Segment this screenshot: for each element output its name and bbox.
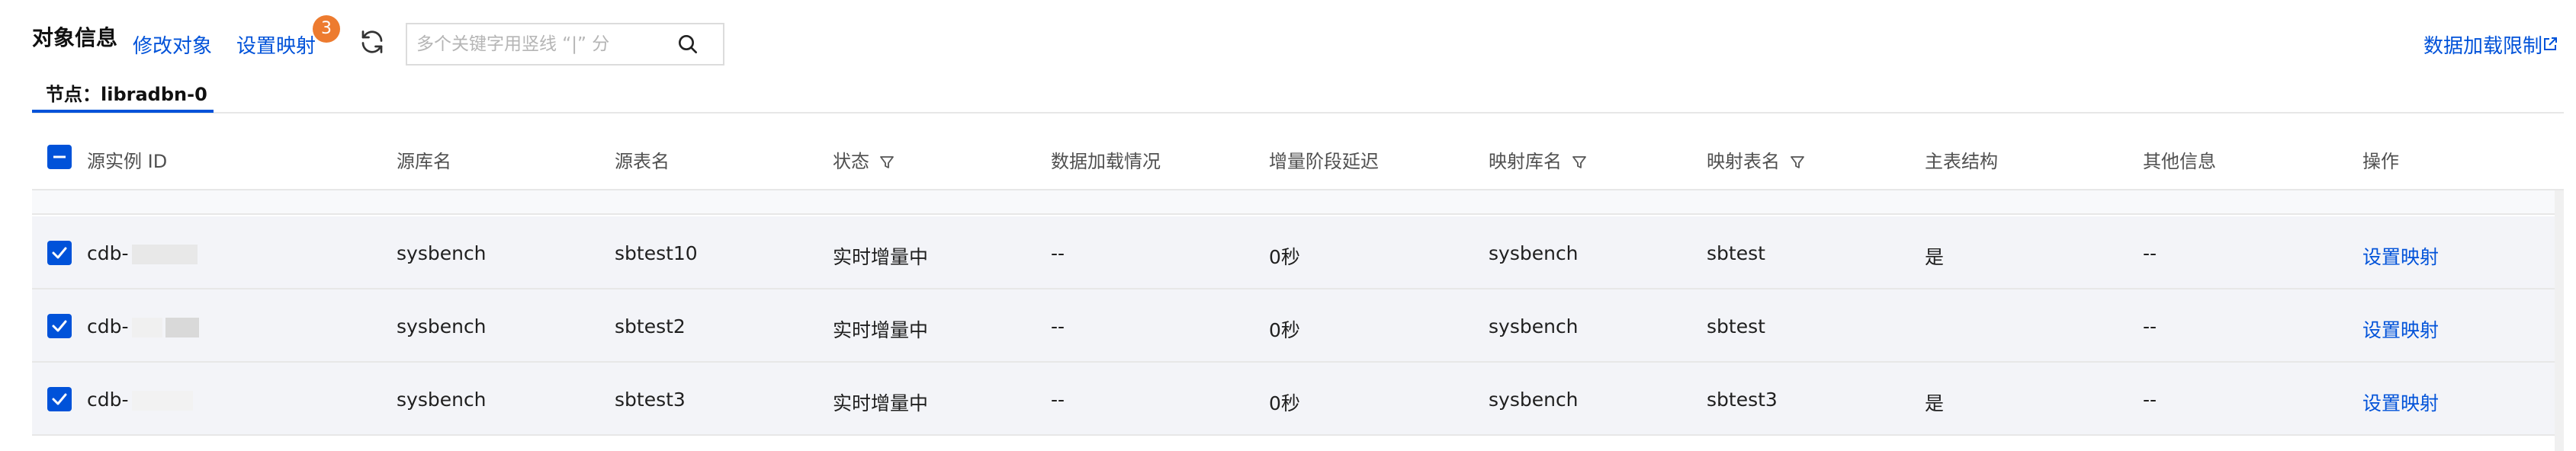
column-status-label: 状态 — [833, 151, 869, 172]
page-title: 对象信息 — [32, 25, 118, 50]
cell-delay: 0秒 — [1269, 319, 1300, 341]
redacted-mask — [131, 245, 198, 264]
row-checkbox[interactable] — [47, 314, 72, 338]
set-mapping-button[interactable]: 设置映射 — [2362, 389, 2439, 416]
column-load-status: 数据加载情况 — [1051, 151, 1161, 172]
cell-delay: 0秒 — [1269, 392, 1300, 414]
filter-icon[interactable] — [878, 154, 895, 171]
cell-status: 实时增量中 — [833, 392, 929, 414]
cell-mapped-db: sysbench — [1489, 242, 1579, 264]
redacted-mask — [131, 391, 193, 411]
cell-mapped-table: sbtest — [1707, 315, 1765, 337]
column-source-db: 源库名 — [397, 151, 451, 172]
row-checkbox[interactable] — [47, 241, 72, 265]
cell-instance: cdb- — [87, 315, 199, 337]
cell-status: 实时增量中 — [833, 246, 929, 268]
cell-mapped-table: sbtest — [1707, 242, 1765, 264]
cell-instance: cdb- — [87, 389, 193, 411]
cell-main-structure: 是 — [1925, 392, 1945, 414]
cell-load: -- — [1051, 389, 1065, 411]
cell-instance-text: cdb- — [87, 389, 129, 411]
column-mapped-table-label: 映射表名 — [1707, 151, 1780, 172]
column-status: 状态 — [833, 146, 895, 173]
filter-icon[interactable] — [1571, 154, 1588, 171]
table-row[interactable]: cdb- sysbench sbtest3 实时增量中 -- 0秒 sysben… — [32, 363, 2564, 436]
select-all-checkbox[interactable] — [47, 145, 72, 169]
table-header: 源实例 ID 源库名 源表名 状态 数据加载情况 增量阶段延迟 映射库名 映射表… — [32, 114, 2564, 190]
cell-main-structure: 是 — [1925, 246, 1945, 268]
search-box[interactable] — [406, 23, 724, 66]
column-mapped-db-label: 映射库名 — [1489, 151, 1562, 172]
external-link-icon[interactable] — [2542, 37, 2558, 52]
cell-source-table: sbtest10 — [615, 242, 698, 264]
cell-source-db: sysbench — [397, 389, 487, 411]
column-other-info: 其他信息 — [2143, 151, 2216, 172]
set-mapping-link[interactable]: 设置映射 — [236, 30, 316, 59]
table-row[interactable]: cdb- sysbench sbtest2 实时增量中 -- 0秒 sysben… — [32, 289, 2564, 363]
checkbox-indeterminate-icon — [53, 155, 66, 158]
checkbox-checked-icon — [52, 320, 67, 332]
cell-load: -- — [1051, 315, 1065, 337]
cell-instance-text: cdb- — [87, 242, 129, 264]
cell-load: -- — [1051, 242, 1065, 264]
table-row-partial — [32, 190, 2564, 215]
column-mapped-db: 映射库名 — [1489, 146, 1588, 173]
cell-source-table: sbtest2 — [615, 315, 686, 337]
table-row[interactable]: cdb- sysbench sbtest10 实时增量中 -- 0秒 sysbe… — [32, 216, 2564, 289]
cell-other: -- — [2143, 315, 2157, 337]
column-source-table: 源表名 — [615, 151, 670, 172]
tab-divider — [32, 112, 2564, 114]
cell-source-db: sysbench — [397, 315, 487, 337]
set-mapping-button[interactable]: 设置映射 — [2362, 242, 2439, 270]
column-incremental-delay: 增量阶段延迟 — [1269, 151, 1379, 172]
cell-other: -- — [2143, 389, 2157, 411]
redacted-mask — [131, 318, 162, 337]
cell-source-table: sbtest3 — [615, 389, 686, 411]
cell-delay: 0秒 — [1269, 246, 1300, 268]
set-mapping-button[interactable]: 设置映射 — [2362, 315, 2439, 343]
checkbox-checked-icon — [52, 247, 67, 259]
cell-instance: cdb- — [87, 242, 198, 264]
cell-mapped-db: sysbench — [1489, 315, 1579, 337]
count-badge: 3 — [313, 15, 340, 43]
table-scrollbar[interactable] — [2555, 190, 2564, 451]
tab-active-indicator — [32, 110, 214, 113]
data-load-limit-link[interactable]: 数据加载限制 — [2423, 30, 2542, 59]
column-main-structure: 主表结构 — [1925, 151, 1998, 172]
cell-other: -- — [2143, 242, 2157, 264]
cell-status: 实时增量中 — [833, 319, 929, 341]
column-source-instance: 源实例 ID — [87, 151, 168, 172]
table-body[interactable]: cdb- sysbench sbtest10 实时增量中 -- 0秒 sysbe… — [32, 190, 2564, 451]
filter-icon[interactable] — [1789, 154, 1806, 171]
cell-instance-text: cdb- — [87, 315, 129, 337]
search-input[interactable] — [407, 24, 668, 64]
cell-mapped-table: sbtest3 — [1707, 389, 1778, 411]
search-icon[interactable] — [676, 32, 700, 56]
column-action: 操作 — [2362, 151, 2399, 172]
checkbox-checked-icon — [52, 393, 67, 405]
refresh-icon[interactable] — [358, 28, 386, 56]
cell-mapped-db: sysbench — [1489, 389, 1579, 411]
row-checkbox[interactable] — [47, 387, 72, 411]
tab-node[interactable]: 节点：libradbn-0 — [46, 79, 207, 106]
redacted-mask — [165, 318, 199, 337]
edit-object-link[interactable]: 修改对象 — [133, 30, 212, 59]
column-mapped-table: 映射表名 — [1707, 146, 1806, 173]
cell-source-db: sysbench — [397, 242, 487, 264]
